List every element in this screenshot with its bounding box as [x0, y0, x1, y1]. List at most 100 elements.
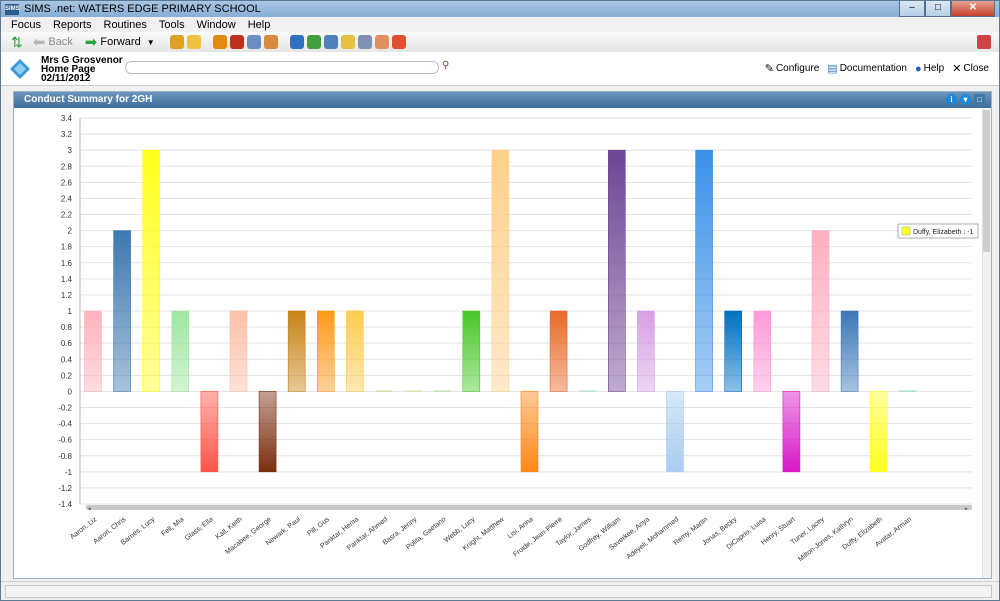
close-icon: ✕: [952, 63, 962, 75]
y-tick-label: -1.4: [58, 500, 72, 509]
y-tick-label: 1.4: [61, 275, 73, 284]
book-icon[interactable]: [212, 35, 227, 49]
y-tick-label: 2: [68, 227, 73, 236]
school-logo: [5, 54, 35, 84]
people-icon[interactable]: [169, 35, 184, 49]
vertical-scrollbar-thumb[interactable]: [983, 110, 990, 252]
bar: [637, 310, 655, 392]
register-icon[interactable]: [246, 35, 261, 49]
clock-icon[interactable]: [391, 35, 406, 49]
y-tick-label: 3: [68, 146, 73, 155]
maximize-button[interactable]: □: [925, 1, 951, 17]
documentation-link[interactable]: ▤ Documentation: [827, 62, 907, 75]
menu-focus[interactable]: Focus: [11, 19, 41, 31]
y-tick-label: 3.4: [61, 114, 73, 123]
x-tick-label: Lisi, Anna: [506, 516, 534, 540]
forward-arrow-icon[interactable]: ➡: [85, 33, 98, 51]
assessment-icon[interactable]: [263, 35, 278, 49]
configure-link[interactable]: ✎ Configure: [765, 62, 820, 75]
help-link[interactable]: ● Help: [915, 63, 944, 75]
y-tick-label: 2.8: [61, 162, 73, 171]
y-tick-label: 0.2: [61, 371, 73, 380]
info-icon[interactable]: i: [946, 94, 957, 105]
close-window-button[interactable]: ✕: [951, 1, 995, 17]
contact-icon[interactable]: [374, 35, 389, 49]
sims-app-icon: SIMS: [5, 3, 20, 15]
table-icon[interactable]: [323, 35, 338, 49]
document-icon: ▤: [827, 63, 838, 75]
person-icon[interactable]: [186, 35, 201, 49]
bar: [287, 310, 306, 392]
title-bar[interactable]: SIMS SIMS .net: WATERS EDGE PRIMARY SCHO…: [1, 1, 999, 17]
chart-icon[interactable]: [306, 35, 321, 49]
y-tick-label: -1.2: [58, 484, 72, 493]
menu-bar: Focus Reports Routines Tools Window Help: [1, 17, 999, 32]
bar: [840, 310, 859, 392]
menu-tools[interactable]: Tools: [159, 19, 185, 31]
bar: [200, 391, 219, 473]
bar: [695, 149, 713, 392]
toolbar: ⇅ ⬅ Back ➡ Forward ▼: [1, 32, 999, 53]
close-label: Close: [963, 63, 989, 74]
back-button[interactable]: Back: [48, 36, 72, 48]
bar: [142, 149, 160, 392]
bar: [899, 390, 917, 392]
bar: [491, 149, 510, 392]
y-tick-label: 0.8: [61, 323, 73, 332]
y-tick-label: 1.8: [61, 243, 73, 252]
flag-icon[interactable]: [229, 35, 244, 49]
bar: [462, 310, 481, 392]
bar: [724, 310, 743, 392]
quick-launch-icons: [167, 35, 406, 49]
search-icon[interactable]: ⚲: [442, 61, 452, 71]
menu-help[interactable]: Help: [248, 19, 271, 31]
tooltip-text: Duffy, Elizabeth : -1: [913, 229, 974, 236]
y-tick-label: 1: [68, 307, 73, 316]
y-tick-label: -1: [65, 468, 73, 477]
status-bar: [1, 581, 999, 600]
bar: [258, 391, 277, 473]
y-tick-label: -0.4: [58, 420, 72, 429]
y-tick-label: 0.6: [61, 339, 73, 348]
close-link[interactable]: ✕ Close: [952, 62, 989, 75]
y-tick-label: -0.6: [58, 436, 72, 445]
bar: [229, 310, 248, 392]
collapse-icon[interactable]: ▾: [960, 94, 971, 105]
refresh-icon[interactable]: ⇅: [11, 34, 23, 51]
bar: [375, 390, 393, 392]
bar: [346, 310, 364, 392]
panel-controls: i ▾ □: [943, 94, 985, 105]
help-label: Help: [923, 63, 945, 74]
wrench-icon: ✎: [764, 63, 774, 75]
forward-dropdown-icon[interactable]: ▼: [147, 38, 155, 47]
minimize-button[interactable]: –: [899, 1, 925, 17]
maximize-panel-icon[interactable]: □: [974, 94, 985, 105]
menu-routines[interactable]: Routines: [104, 19, 147, 31]
conduct-summary-panel: Conduct Summary for 2GH i ▾ □ 3.4 3.2 3 2.8…: [13, 91, 992, 579]
edit-icon[interactable]: [357, 35, 372, 49]
report-icon[interactable]: [289, 35, 304, 49]
status-cell: [5, 585, 992, 598]
x-tick-label: Milton-Jones, Kathryn: [797, 516, 855, 563]
current-date: 02/11/2012: [41, 73, 91, 84]
bar: [549, 310, 568, 392]
menu-reports[interactable]: Reports: [53, 19, 92, 31]
bar: [84, 310, 102, 392]
y-tick-label: -0.2: [58, 404, 72, 413]
bar: [782, 391, 801, 473]
nav-group: ⇅ ⬅ Back ➡ Forward ▼: [11, 33, 155, 52]
x-tick-label: Pill, Gus: [306, 516, 331, 538]
back-arrow-icon[interactable]: ⬅: [33, 33, 46, 51]
vertical-scrollbar[interactable]: [982, 108, 991, 578]
menu-window[interactable]: Window: [197, 19, 236, 31]
forward-button[interactable]: Forward: [100, 36, 140, 48]
x-tick-label: Froide, Jean-Pierre: [512, 516, 564, 558]
exit-icon[interactable]: [977, 35, 991, 49]
x-tick-label: Glass, Ella: [184, 516, 215, 542]
search-input[interactable]: [125, 61, 439, 74]
y-tick-label: 2.2: [61, 211, 73, 220]
notes-icon[interactable]: [340, 35, 355, 49]
home-header: Mrs G Grosvenor Home Page 02/11/2012 ⚲ ✎…: [1, 52, 999, 86]
x-tick-label: Kall, Keith: [215, 516, 244, 541]
window-title: SIMS .net: WATERS EDGE PRIMARY SCHOOL: [24, 3, 261, 15]
